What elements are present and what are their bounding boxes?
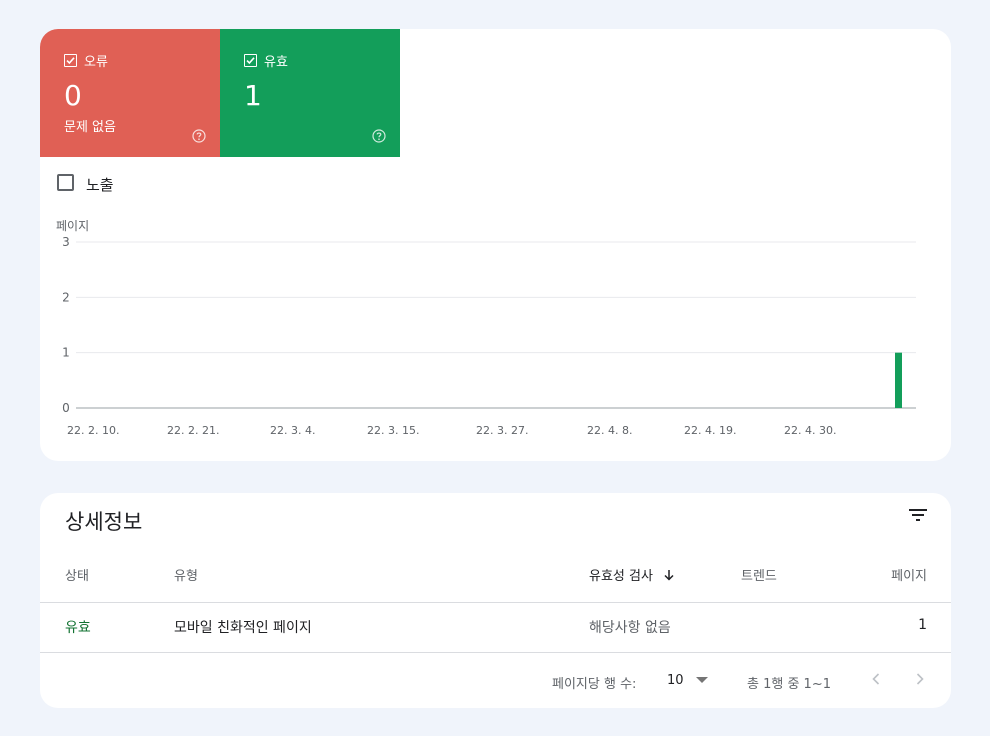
- column-header-pages[interactable]: 페이지: [891, 565, 927, 584]
- x-tick-label: 22. 4. 19.: [684, 424, 736, 437]
- column-header-validation[interactable]: 유효성 검사: [589, 565, 675, 584]
- x-tick-label: 22. 4. 30.: [784, 424, 836, 437]
- details-card: 상세정보 상태 유형 유효성 검사 트렌드 페이지 유효 모바일 친화적인 페이…: [40, 493, 951, 708]
- chart-bar: [895, 352, 902, 408]
- row-divider: [40, 652, 951, 653]
- column-header-status[interactable]: 상태: [65, 565, 89, 584]
- report-card: 오류 0 문제 없음 유효 1 노출 페이지 0 1 2 3 22. 2. 10. 22. …: [40, 29, 951, 461]
- header-divider: [40, 602, 951, 603]
- x-tick-label: 22. 2. 21.: [167, 424, 219, 437]
- pages-chart: 페이지 0 1 2 3 22. 2. 10. 22. 2. 21. 22. 3. 4. 22. …: [56, 219, 916, 437]
- chevron-left-icon[interactable]: [869, 671, 883, 687]
- y-tick-label: 2: [62, 290, 70, 304]
- dropdown-arrow-icon[interactable]: [696, 677, 708, 683]
- x-tick-label: 22. 2. 10.: [67, 424, 119, 437]
- x-tick-label: 22. 3. 4.: [270, 424, 315, 437]
- rows-per-page-label: 페이지당 행 수:: [552, 677, 637, 692]
- filter-icon[interactable]: [909, 508, 927, 522]
- x-tick-label: 22. 4. 8.: [587, 424, 632, 437]
- y-tick-label: 1: [62, 346, 70, 360]
- arrow-down-icon: [664, 570, 674, 581]
- column-header-trend[interactable]: 트렌드: [741, 565, 777, 584]
- row-status: 유효: [65, 620, 91, 636]
- row-pages: 1: [918, 617, 927, 633]
- x-tick-label: 22. 3. 27.: [476, 424, 528, 437]
- y-axis-label: 페이지: [56, 219, 89, 233]
- column-header-validation-label: 유효성 검사: [589, 569, 653, 584]
- row-validation: 해당사항 없음: [589, 620, 671, 636]
- y-tick-label: 0: [62, 401, 70, 415]
- column-header-type[interactable]: 유형: [174, 565, 198, 584]
- y-tick-label: 3: [62, 235, 70, 249]
- pagination-range: 총 1행 중 1~1: [747, 677, 831, 692]
- x-tick-label: 22. 3. 15.: [367, 424, 419, 437]
- rows-per-page-select[interactable]: 10: [667, 673, 684, 688]
- chevron-right-icon[interactable]: [913, 671, 927, 687]
- row-type: 모바일 친화적인 페이지: [174, 620, 312, 636]
- details-title: 상세정보: [65, 510, 143, 534]
